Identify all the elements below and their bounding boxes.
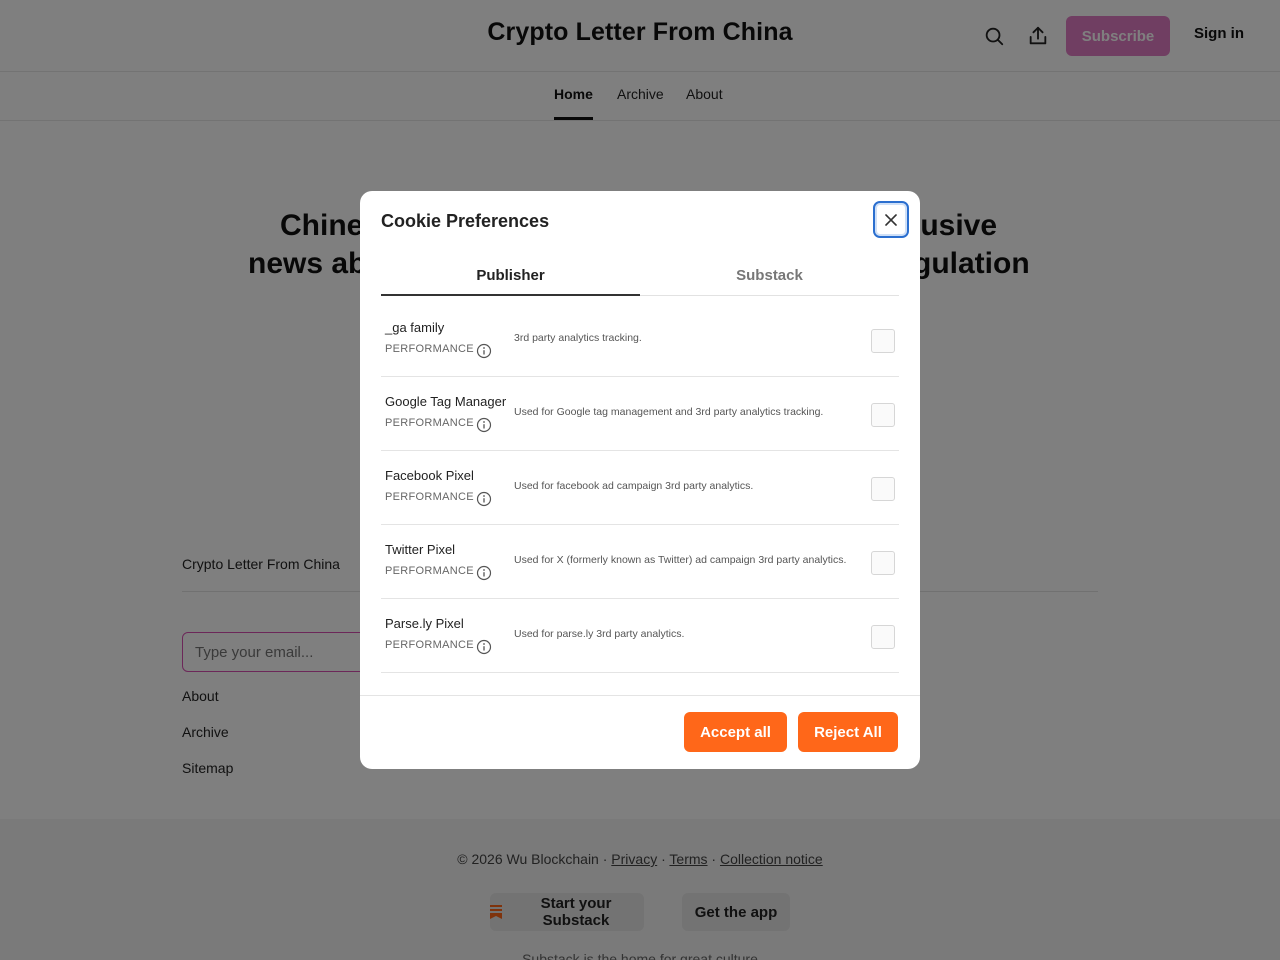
info-icon[interactable] [476, 491, 492, 507]
cookie-description: 3rd party analytics tracking. [514, 332, 642, 344]
close-icon [885, 213, 897, 226]
cookie-row: Google Tag Manager PERFORMANCE Used for … [381, 377, 899, 451]
cookie-checkbox[interactable] [871, 625, 895, 649]
cookie-row: Facebook Pixel PERFORMANCE Used for face… [381, 451, 899, 525]
info-icon[interactable] [476, 343, 492, 359]
dialog-footer-divider [360, 695, 920, 696]
cookie-row: Twitter Pixel PERFORMANCE Used for X (fo… [381, 525, 899, 599]
close-button[interactable] [873, 201, 909, 238]
cookie-row: _ga family PERFORMANCE 3rd party analyti… [381, 303, 899, 377]
reject-all-button[interactable]: Reject All [798, 712, 898, 752]
cookie-name: _ga family [385, 320, 445, 335]
info-icon[interactable] [476, 565, 492, 581]
accept-all-button[interactable]: Accept all [684, 712, 787, 752]
cookie-checkbox[interactable] [871, 329, 895, 353]
cookie-checkbox[interactable] [871, 551, 895, 575]
cookie-row: Parse.ly Pixel PERFORMANCE Used for pars… [381, 599, 899, 673]
cookie-checkbox[interactable] [871, 403, 895, 427]
cookie-checkbox[interactable] [871, 477, 895, 501]
cookie-category: PERFORMANCE [385, 639, 474, 651]
cookie-category: PERFORMANCE [385, 491, 474, 503]
cookie-category: PERFORMANCE [385, 565, 474, 577]
info-icon[interactable] [476, 639, 492, 655]
cookie-list[interactable]: _ga family PERFORMANCE 3rd party analyti… [381, 303, 899, 695]
cookie-name: Google Tag Manager [385, 394, 507, 409]
tab-substack[interactable]: Substack [640, 267, 899, 284]
dialog-title: Cookie Preferences [381, 211, 550, 231]
cookie-name: Facebook Pixel [385, 468, 474, 483]
info-icon[interactable] [476, 417, 492, 433]
cookie-name: Twitter Pixel [385, 542, 456, 557]
cookie-category: PERFORMANCE [385, 417, 474, 429]
tab-active-indicator [381, 294, 640, 296]
cookie-name: Parse.ly Pixel [385, 616, 464, 631]
cookie-description: Used for parse.ly 3rd party analytics. [514, 628, 685, 640]
cookie-description: Used for facebook ad campaign 3rd party … [514, 480, 754, 492]
cookie-category: PERFORMANCE [385, 343, 474, 355]
cookie-description: Used for Google tag management and 3rd p… [514, 406, 824, 418]
cookie-preferences-dialog: Cookie Preferences Publisher Substack _g… [360, 191, 920, 769]
cookie-description: Used for X (formerly known as Twitter) a… [514, 554, 847, 566]
tab-publisher[interactable]: Publisher [381, 267, 640, 284]
